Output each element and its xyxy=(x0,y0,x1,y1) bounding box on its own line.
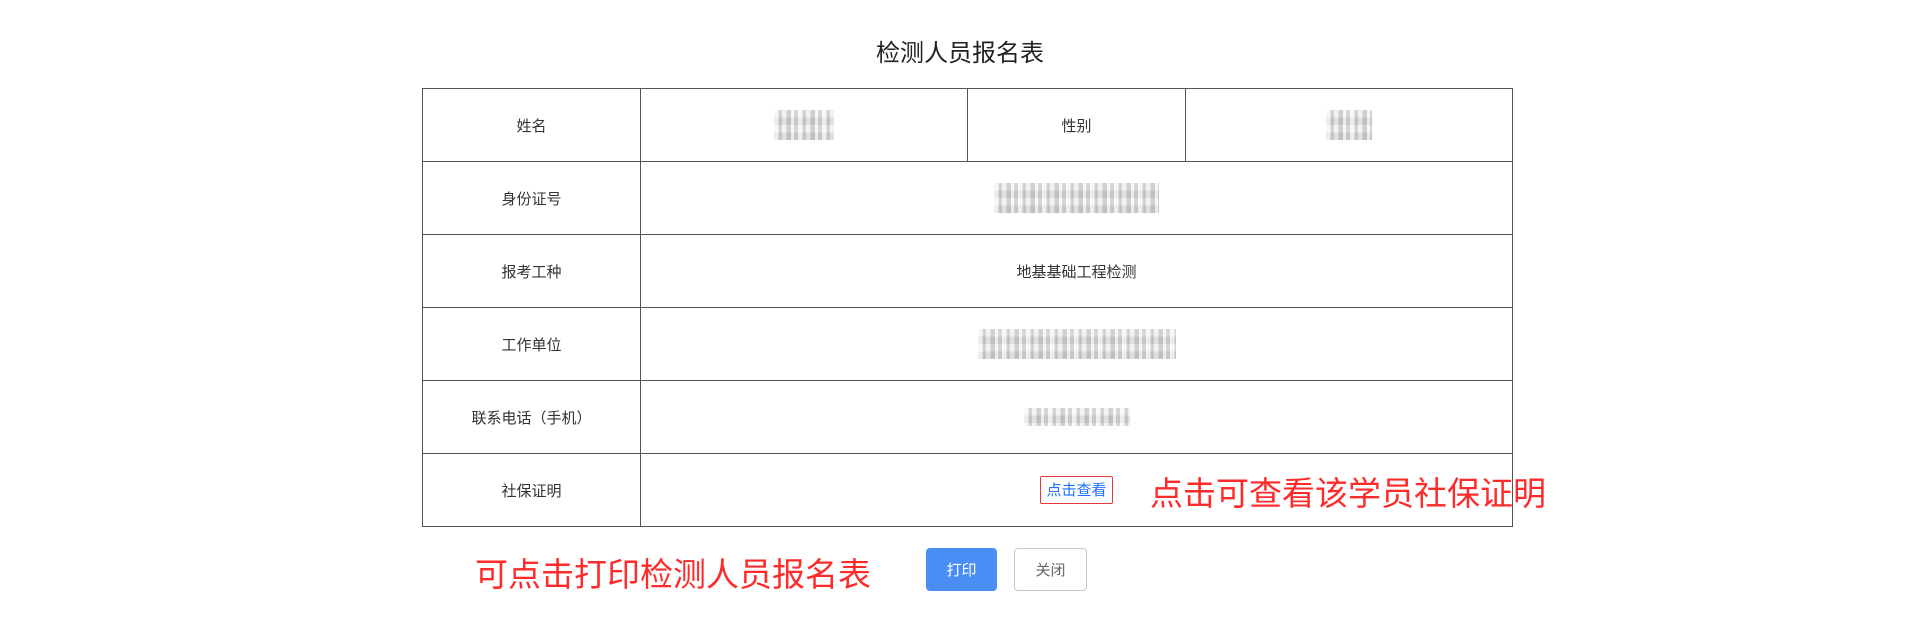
view-social-security-button[interactable]: 点击查看 xyxy=(1040,476,1113,504)
page-title: 检测人员报名表 xyxy=(876,39,1044,67)
table-row: 姓名 性别 xyxy=(422,88,1513,162)
table-row: 身份证号 xyxy=(422,161,1513,235)
id-number-label: 身份证号 xyxy=(422,161,641,235)
print-hint-annotation: 可点击打印检测人员报名表 xyxy=(475,555,871,594)
redacted-gender xyxy=(1326,110,1372,140)
name-label: 姓名 xyxy=(422,88,641,162)
exam-type-value: 地基基础工程检测 xyxy=(640,234,1513,308)
id-number-value xyxy=(640,161,1513,235)
gender-label: 性别 xyxy=(967,88,1186,162)
redacted-id-number xyxy=(994,183,1159,213)
table-row: 联系电话（手机） xyxy=(422,380,1513,454)
print-button[interactable]: 打印 xyxy=(926,548,997,591)
table-row: 工作单位 xyxy=(422,307,1513,381)
exam-type-label: 报考工种 xyxy=(422,234,641,308)
redacted-name xyxy=(774,110,834,140)
registration-form-table: 姓名 性别 身份证号 报考工种 地基基础工程检测 工作单位 联系电话（手机） 社… xyxy=(422,88,1513,527)
table-row: 报考工种 地基基础工程检测 xyxy=(422,234,1513,308)
employer-value xyxy=(640,307,1513,381)
view-hint-annotation: 点击可查看该学员社保证明 xyxy=(1150,474,1546,513)
phone-value xyxy=(640,380,1513,454)
redacted-phone xyxy=(1023,408,1130,427)
gender-value xyxy=(1185,88,1513,162)
close-button[interactable]: 关闭 xyxy=(1014,548,1087,591)
redacted-employer xyxy=(977,329,1176,359)
employer-label: 工作单位 xyxy=(422,307,641,381)
name-value xyxy=(640,88,968,162)
phone-label: 联系电话（手机） xyxy=(422,380,641,454)
social-security-label: 社保证明 xyxy=(422,453,641,527)
